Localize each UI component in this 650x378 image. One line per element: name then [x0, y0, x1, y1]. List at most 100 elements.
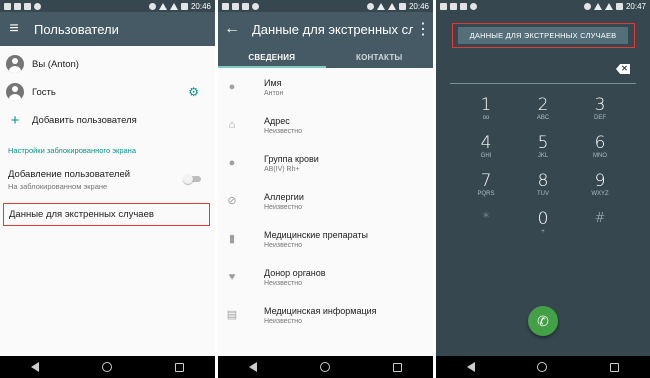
- nav-bar: [0, 356, 215, 378]
- toggle-title: Добавление пользователей: [8, 169, 131, 180]
- backspace-icon[interactable]: ✕: [616, 64, 630, 74]
- back-icon[interactable]: [31, 362, 40, 372]
- key-1[interactable]: 1 ᴏᴏ: [458, 90, 515, 128]
- key-4[interactable]: 4 GHI: [458, 128, 515, 166]
- toggle-switch[interactable]: [183, 174, 201, 184]
- heart-icon: ♥: [228, 271, 236, 283]
- clock: 20:46: [190, 1, 211, 11]
- list-item[interactable]: ♥ Донор органов Неизвестно: [218, 258, 433, 296]
- user-row-me[interactable]: Вы (Anton): [0, 50, 215, 78]
- list-item[interactable]: ⌂ Адрес Неизвестно: [218, 106, 433, 144]
- key-sub: ᴏᴏ: [482, 115, 490, 121]
- section-header: Настройки заблокированного экрана: [8, 146, 136, 155]
- key-star[interactable]: *: [458, 204, 515, 242]
- recents-icon[interactable]: [392, 362, 402, 372]
- key-digit: 2: [537, 95, 549, 115]
- nav-bar: [436, 356, 650, 378]
- emergency-info-button[interactable]: ДАННЫЕ ДЛЯ ЭКСТРЕННЫХ СЛУЧАЕВ: [458, 27, 628, 44]
- user-row-guest[interactable]: Гость ⚙: [0, 78, 215, 106]
- alarm-icon: [366, 2, 374, 10]
- key-sub: WXYZ: [591, 191, 609, 197]
- add-user-button[interactable]: + Добавить пользователя: [0, 106, 215, 134]
- dial-input[interactable]: ✕: [450, 62, 636, 84]
- key-2[interactable]: 2 ABC: [515, 90, 572, 128]
- home-icon: ⌂: [228, 119, 236, 131]
- home-icon[interactable]: [101, 362, 112, 372]
- battery-icon: [398, 2, 406, 10]
- key-9[interactable]: 9 WXYZ: [572, 166, 629, 204]
- key-sub: JKL: [537, 153, 549, 159]
- item-label: Медицинская информация: [264, 305, 377, 316]
- tab-info[interactable]: СВЕДЕНИЯ: [218, 46, 326, 68]
- emergency-info-screen: 20:46 ← Данные для экстренных сл... ⋮ СВ…: [218, 0, 433, 378]
- gear-icon[interactable]: ⚙: [188, 85, 199, 99]
- signal-icon: [169, 2, 178, 10]
- photo-icon: [14, 2, 21, 10]
- back-arrow-icon[interactable]: ←: [218, 12, 246, 46]
- key-hash[interactable]: #: [572, 204, 629, 242]
- key-digit: 8: [537, 171, 549, 191]
- status-bar: 20:46: [0, 0, 215, 12]
- key-6[interactable]: 6 MNO: [572, 128, 629, 166]
- list-item[interactable]: ⊘ Аллергии Неизвестно: [218, 182, 433, 220]
- key-digit: #: [594, 211, 606, 226]
- key-3[interactable]: 3 DEF: [572, 90, 629, 128]
- recents-icon[interactable]: [174, 362, 184, 372]
- home-icon[interactable]: [319, 362, 330, 372]
- user-label: Вы (Anton): [32, 58, 79, 70]
- item-value: Неизвестно: [264, 279, 303, 287]
- battery-icon: [615, 2, 623, 10]
- wifi-icon: [158, 2, 167, 10]
- tab-bar: СВЕДЕНИЯ КОНТАКТЫ: [218, 46, 433, 68]
- avatar-icon: [6, 55, 24, 73]
- item-label: Группа крови: [264, 153, 319, 164]
- key-digit: 1: [480, 95, 492, 115]
- user-label: Гость: [32, 86, 56, 98]
- more-vert-icon[interactable]: ⋮: [413, 12, 433, 46]
- app-bar: ≡ Пользователи: [0, 12, 215, 46]
- status-bar: 20:46: [218, 0, 433, 12]
- menu-icon[interactable]: ≡: [0, 12, 28, 46]
- key-0[interactable]: 0 +: [515, 204, 572, 242]
- key-digit: 3: [594, 95, 606, 115]
- recents-icon[interactable]: [609, 362, 619, 372]
- key-digit: 7: [480, 171, 492, 191]
- list-item[interactable]: ● Имя Антон: [218, 68, 433, 106]
- back-icon[interactable]: [467, 362, 476, 372]
- photo-icon: [450, 2, 457, 10]
- tab-contacts[interactable]: КОНТАКТЫ: [326, 46, 434, 68]
- wifi-icon: [593, 2, 602, 10]
- key-5[interactable]: 5 JKL: [515, 128, 572, 166]
- home-icon[interactable]: [537, 362, 548, 372]
- key-digit: 9: [594, 171, 606, 191]
- key-8[interactable]: 8 TUV: [515, 166, 572, 204]
- list-item[interactable]: ▮ Медицинские препараты Неизвестно: [218, 220, 433, 258]
- add-users-toggle-row[interactable]: Добавление пользователей На заблокирован…: [0, 161, 215, 199]
- status-bar: 20:47: [436, 0, 650, 12]
- back-icon[interactable]: [249, 362, 258, 372]
- item-value: Неизвестно: [264, 203, 303, 211]
- clipboard-icon: ▤: [226, 309, 238, 321]
- bulb-icon: [34, 2, 41, 10]
- item-label: Аллергии: [264, 191, 304, 202]
- info-list: ● Имя Антон ⌂ Адрес Неизвестно ● Группа кр…: [218, 68, 433, 334]
- item-value: AB(IV) Rh+: [264, 165, 300, 173]
- clock: 20:46: [408, 1, 429, 11]
- page-title: Данные для экстренных сл...: [252, 21, 413, 37]
- list-item[interactable]: ● Группа крови AB(IV) Rh+: [218, 144, 433, 182]
- key-digit: 6: [594, 133, 606, 153]
- medication-icon: ▮: [228, 233, 236, 245]
- call-button[interactable]: ✆: [528, 306, 558, 336]
- key-7[interactable]: 7 PQRS: [458, 166, 515, 204]
- emergency-info-item[interactable]: Данные для экстренных случаев: [3, 203, 210, 226]
- person-icon: ●: [228, 81, 236, 93]
- key-sub: TUV: [537, 191, 549, 197]
- avatar-icon: [6, 83, 24, 101]
- list-item[interactable]: ▤ Медицинская информация Неизвестно: [218, 296, 433, 334]
- notification-icon: [242, 2, 249, 10]
- bulb-icon: [252, 2, 259, 10]
- key-sub: ABC: [536, 115, 550, 121]
- dial-pad: 1 ᴏᴏ 2 ABC 3 DEF 4 GHI 5 JKL 6 MNO 7 PQRS 8 TUV …: [436, 90, 650, 242]
- block-icon: ⊘: [227, 195, 237, 207]
- image-icon: [440, 2, 447, 10]
